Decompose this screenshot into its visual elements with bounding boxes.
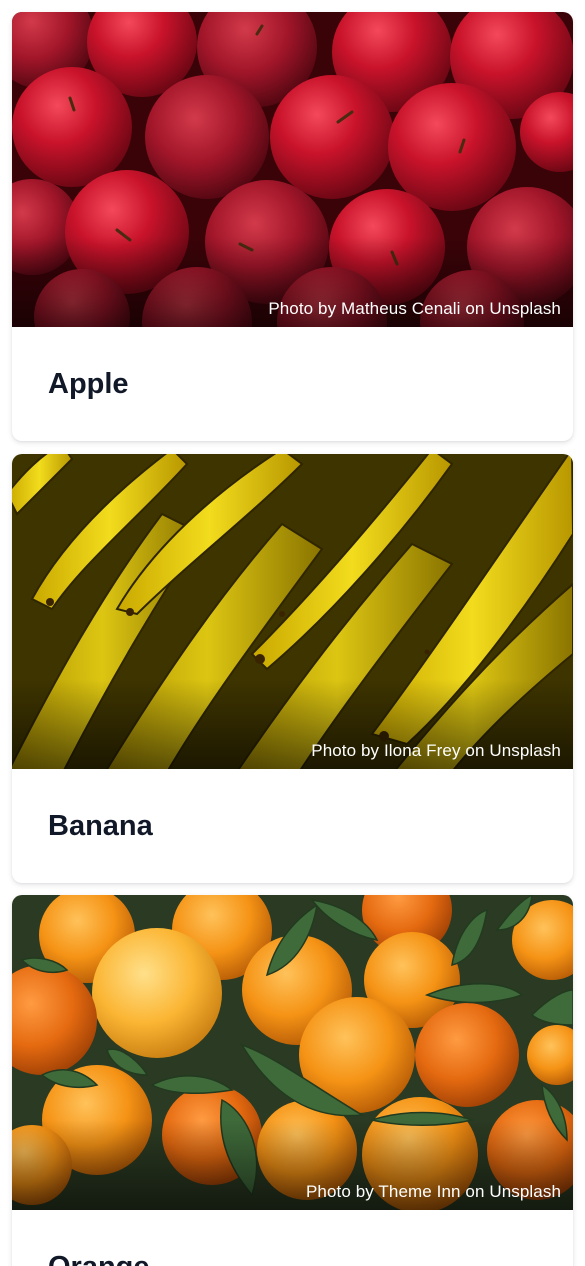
photo-credit: Photo by Theme Inn on Unsplash — [305, 1182, 561, 1201]
fruit-photo-apple: Photo by Matheus Cenali on Unsplash — [12, 12, 573, 327]
fruit-name: Banana — [48, 810, 153, 842]
photo-credit: Photo by Matheus Cenali on Unsplash — [268, 299, 561, 318]
fruit-card-apple[interactable]: Photo by Matheus Cenali on Unsplash Appl… — [12, 12, 573, 441]
fruit-card-list: Photo by Matheus Cenali on Unsplash Appl… — [0, 0, 585, 1266]
fruit-name: Orange — [48, 1250, 150, 1266]
card-body: Banana — [12, 769, 573, 883]
fruit-name: Apple — [48, 368, 129, 400]
fruit-photo-banana: Photo by Ilona Frey on Unsplash — [12, 454, 573, 769]
card-body: Apple — [12, 327, 573, 441]
photo-credit: Photo by Ilona Frey on Unsplash — [311, 741, 561, 760]
fruit-card-banana[interactable]: Photo by Ilona Frey on Unsplash Banana — [12, 454, 573, 883]
fruit-card-orange[interactable]: Photo by Theme Inn on Unsplash Orange — [12, 895, 573, 1266]
fruit-photo-orange: Photo by Theme Inn on Unsplash — [12, 895, 573, 1210]
card-body: Orange — [12, 1210, 573, 1266]
